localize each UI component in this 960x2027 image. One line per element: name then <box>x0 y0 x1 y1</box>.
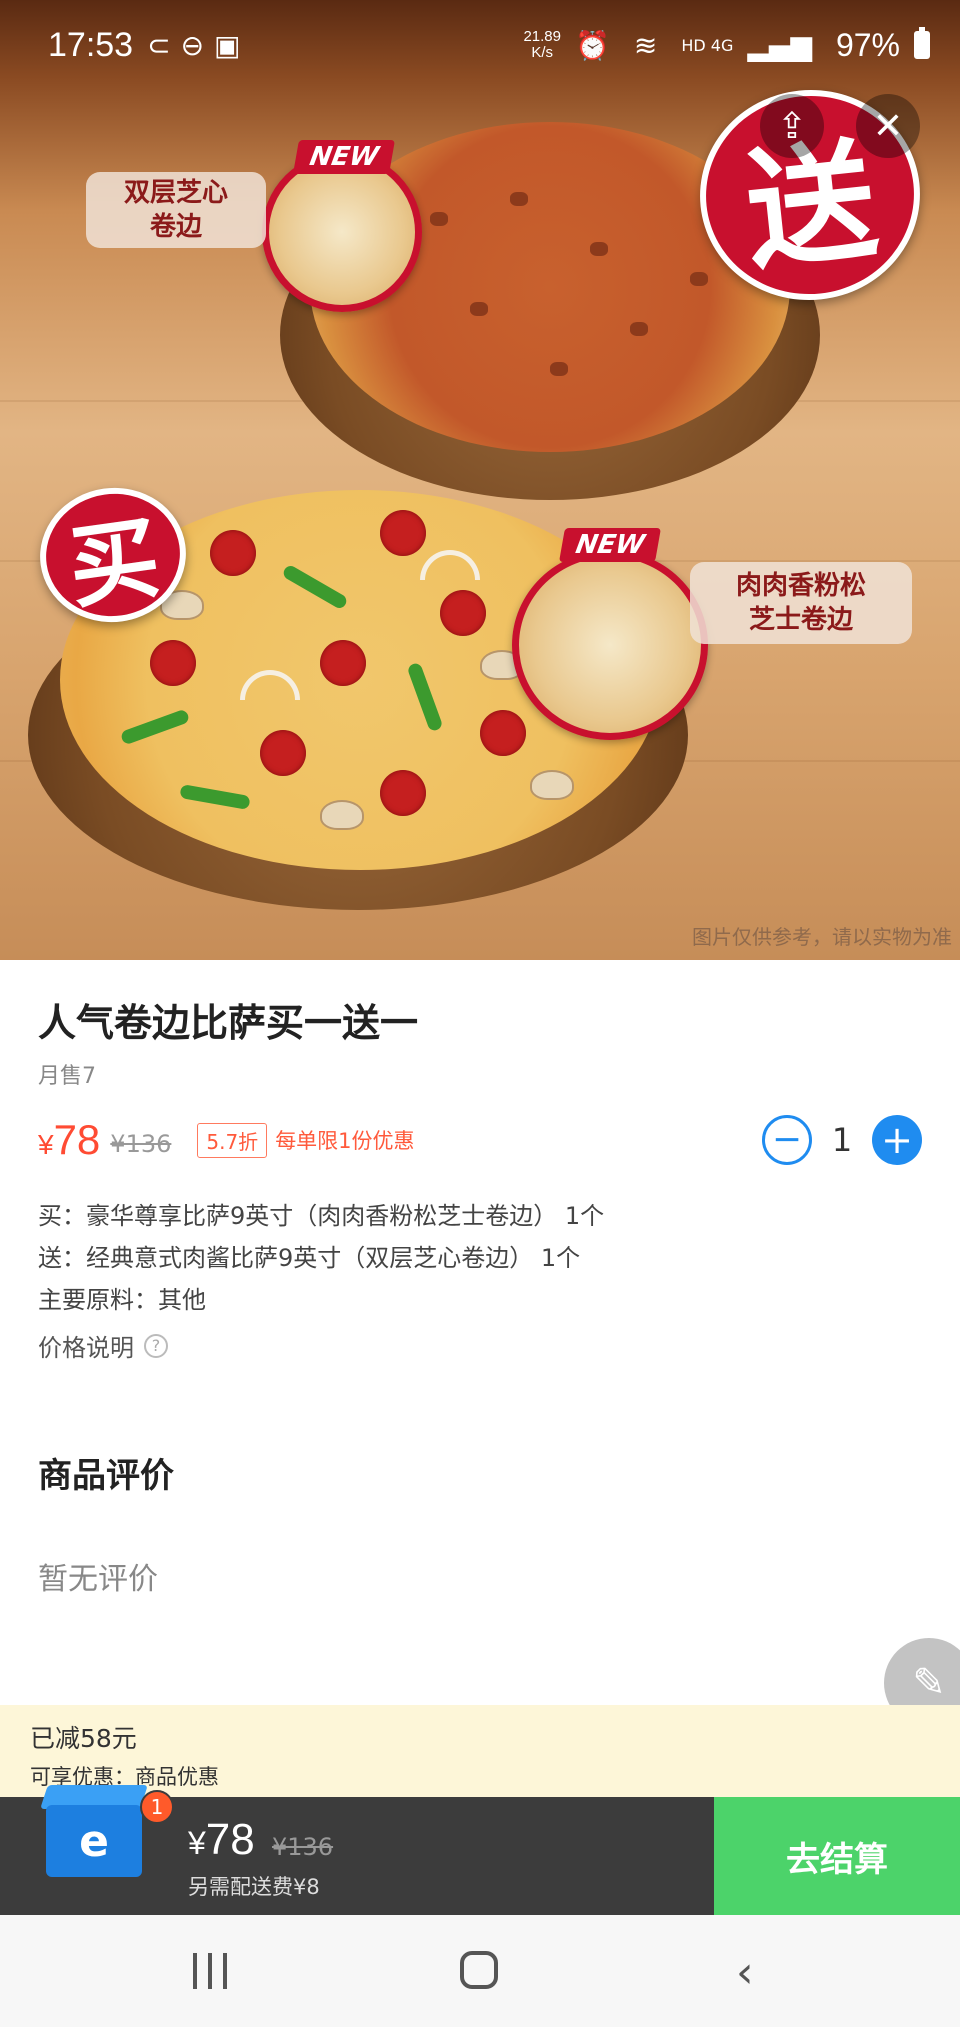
promo-strip: 已减58元 可享优惠：商品优惠 <box>0 1705 960 1797</box>
cart-total-price: ¥78 <box>188 1815 255 1864</box>
status-time: 17:53 <box>48 25 134 64</box>
network-type: HD 4G <box>681 35 734 55</box>
net-speed: 21.89 K/s <box>523 28 561 61</box>
ingredients-line: 主要原料：其他 <box>38 1286 206 1314</box>
quantity-stepper: − 1 + <box>762 1115 922 1165</box>
image-notification-icon: ▣ <box>214 28 241 62</box>
system-nav-bar: ‹ <box>0 1915 960 2027</box>
new-tag-bottom: NEW <box>559 528 662 562</box>
app-notification-icon: ⊂ <box>147 28 171 62</box>
cart-count-badge: 1 <box>140 1790 174 1824</box>
product-info: 人气卷边比萨买一送一 月售7 ¥78 ¥136 5.7折 每单限1份优惠 − 1… <box>0 960 960 1705</box>
promo-available: 可享优惠：商品优惠 <box>30 1765 219 1789</box>
original-price: ¥136 <box>110 1130 172 1158</box>
price-row: ¥78 ¥136 5.7折 每单限1份优惠 − 1 + <box>38 1110 922 1170</box>
send-item-line: 送：经典意式肉酱比萨9英寸（双层芝心卷边） 1个 <box>38 1244 581 1272</box>
cheese-crust-inset <box>262 152 422 312</box>
do-not-disturb-icon: ⊖ <box>180 28 205 62</box>
new-tag-top: NEW <box>293 140 396 174</box>
cart-original-price: ¥136 <box>272 1833 334 1861</box>
reviews-title: 商品评价 <box>38 1456 174 1496</box>
wifi-icon: ≋ <box>633 28 658 62</box>
status-bar: 17:53 ⊂ ⊖ ▣ 21.89 K/s ⏰ ≋ HD 4G ▂▄▆ 97% <box>0 0 960 90</box>
recent-apps-icon[interactable] <box>193 1953 227 1989</box>
floss-crust-inset <box>512 550 708 740</box>
quantity-value: 1 <box>831 1121 853 1159</box>
share-icon[interactable]: ⇪ <box>760 94 824 158</box>
back-icon[interactable]: ‹ <box>736 1947 754 1998</box>
price-note-link[interactable]: 价格说明 ? <box>38 1328 168 1363</box>
help-icon[interactable]: ? <box>144 1333 168 1358</box>
minus-icon[interactable]: − <box>762 1115 812 1165</box>
plus-icon[interactable]: + <box>872 1115 922 1165</box>
signal-icon: ▂▄▆ <box>747 28 812 62</box>
checkout-button[interactable]: 去结算 <box>714 1797 960 1915</box>
battery-icon <box>914 27 930 59</box>
delivery-fee: 另需配送费¥8 <box>188 1875 320 1899</box>
crust-label-bottom: 肉肉香粉松 芝士卷边 <box>690 562 912 644</box>
monthly-sales: 月售7 <box>38 1064 96 1089</box>
cart-box-icon[interactable]: e <box>40 1785 150 1885</box>
alarm-icon: ⏰ <box>574 28 610 62</box>
no-reviews-text: 暂无评价 <box>38 1562 158 1597</box>
product-title: 人气卷边比萨买一送一 <box>38 1001 419 1045</box>
image-disclaimer: 图片仅供参考，请以实物为准 <box>692 925 952 949</box>
product-image: NEW 双层芝心 卷边 NEW 肉肉香粉松 芝士卷边 送 买 图片仅供参考，请以实物… <box>0 0 960 960</box>
close-icon[interactable]: ✕ <box>856 94 920 158</box>
crust-label-top: 双层芝心 卷边 <box>86 172 266 248</box>
battery-percent: 97% <box>835 26 900 63</box>
discount-tag: 5.7折 <box>197 1122 268 1158</box>
buy-item-line: 买：豪华尊享比萨9英寸（肉肉香粉松芝士卷边） 1个 <box>38 1202 605 1230</box>
home-icon[interactable] <box>460 1951 498 1989</box>
limit-text: 每单限1份优惠 <box>275 1129 415 1153</box>
promo-reduced: 已减58元 <box>30 1724 137 1753</box>
current-price: ¥78 <box>38 1116 101 1163</box>
